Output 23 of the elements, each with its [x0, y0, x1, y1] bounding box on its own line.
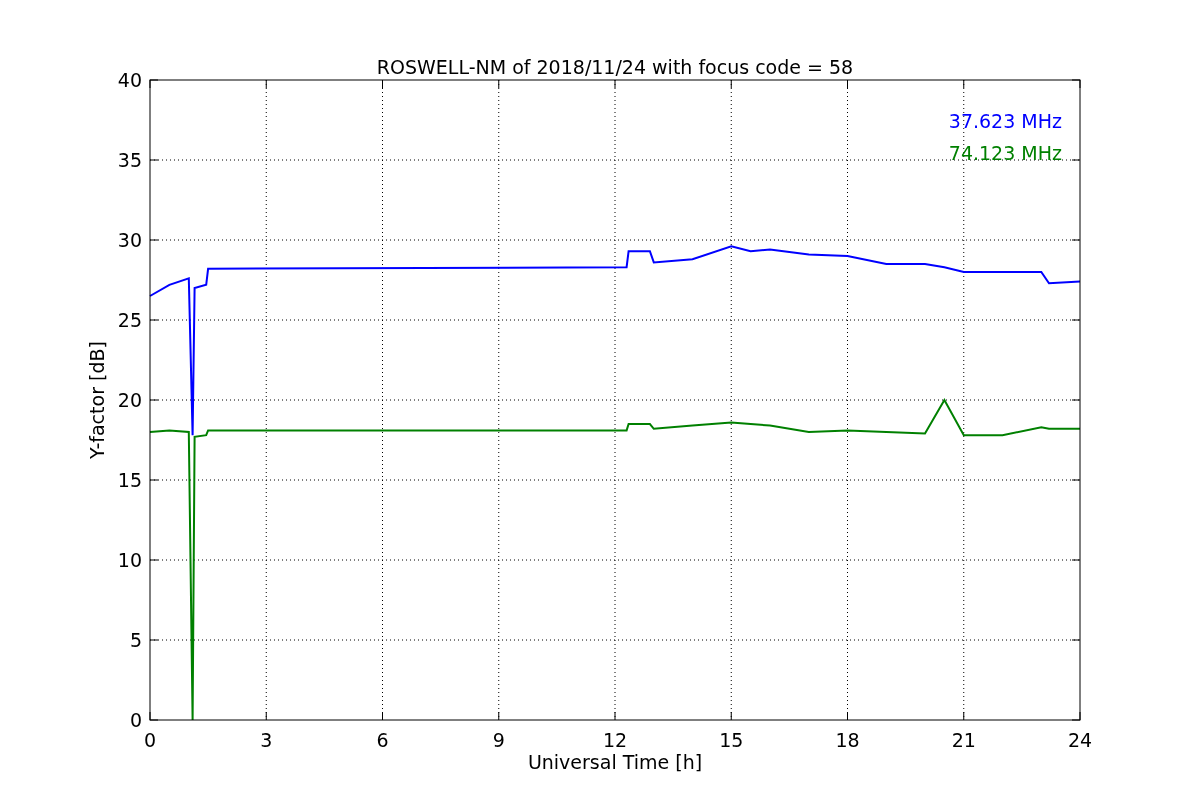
chart-title: ROSWELL-NM of 2018/11/24 with focus code = 58	[376, 56, 854, 78]
series-label: 74.123 MHz	[948, 142, 1062, 164]
tick-label: 20	[117, 389, 142, 411]
tick-label: 3	[260, 729, 273, 751]
series-label: 37.623 MHz	[948, 110, 1062, 132]
tick-label: 18	[835, 729, 860, 751]
tick-label: 30	[117, 229, 142, 251]
tick-label: 0	[129, 709, 142, 731]
tick-label: 5	[129, 629, 142, 651]
tick-label: 15	[719, 729, 744, 751]
tick-label: 9	[492, 729, 505, 751]
tick-label: 21	[951, 729, 976, 751]
tick-label: 40	[117, 69, 142, 91]
tick-label: 24	[1067, 729, 1093, 751]
tick-label: 6	[376, 729, 389, 751]
tick-label: 35	[117, 149, 142, 171]
tick-label: 15	[117, 469, 142, 491]
tick-label: 25	[117, 309, 142, 331]
axis-label: Y-factor [dB]	[86, 341, 108, 459]
tick-label: 0	[143, 729, 157, 751]
tick-label: 10	[117, 549, 142, 571]
axis-label: Universal Time [h]	[527, 751, 703, 773]
tick-label: 12	[602, 729, 628, 751]
